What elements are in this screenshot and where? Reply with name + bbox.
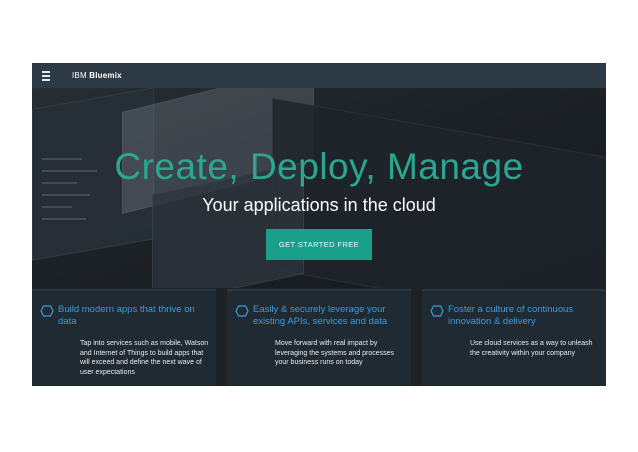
get-started-button[interactable]: GET STARTED FREE (266, 229, 372, 260)
feature-card-heading: Foster a culture of continuous innovatio… (448, 304, 574, 327)
feature-card: Foster a culture of continuous innovatio… (422, 289, 606, 386)
feature-card: Build modern apps that thrive on data Ta… (32, 289, 216, 386)
hero-title: Create, Deploy, Manage (114, 146, 524, 187)
hamburger-menu-icon[interactable] (42, 69, 60, 83)
feature-card: Easily & securely leverage your existing… (227, 289, 411, 386)
background-line (42, 218, 86, 220)
hero-section: Create, Deploy, Manage Your applications… (32, 88, 606, 288)
feature-card-heading: Easily & securely leverage your existing… (253, 304, 388, 327)
top-navigation-bar: IBM Bluemix (32, 63, 606, 88)
hero-subtitle: Your applications in the cloud (202, 195, 436, 215)
feature-cards: Build modern apps that thrive on data Ta… (32, 289, 606, 386)
hexagon-icon (235, 305, 249, 317)
hexagon-icon (430, 305, 444, 317)
feature-card-body: Move forward with real impact by leverag… (275, 340, 395, 366)
browser-viewport: IBM Bluemix Create, Deploy, Manage Your … (32, 63, 606, 386)
brand-prefix: IBM (72, 71, 87, 80)
feature-card-body: Use cloud services as a way to unleash t… (470, 340, 593, 357)
brand-name: Bluemix (89, 71, 122, 80)
feature-card-body: Tap into services such as mobile, Watson… (80, 340, 209, 376)
brand-logo[interactable]: IBM Bluemix (72, 71, 122, 80)
hexagon-icon (40, 305, 54, 317)
feature-card-heading: Build modern apps that thrive on data (58, 304, 195, 327)
